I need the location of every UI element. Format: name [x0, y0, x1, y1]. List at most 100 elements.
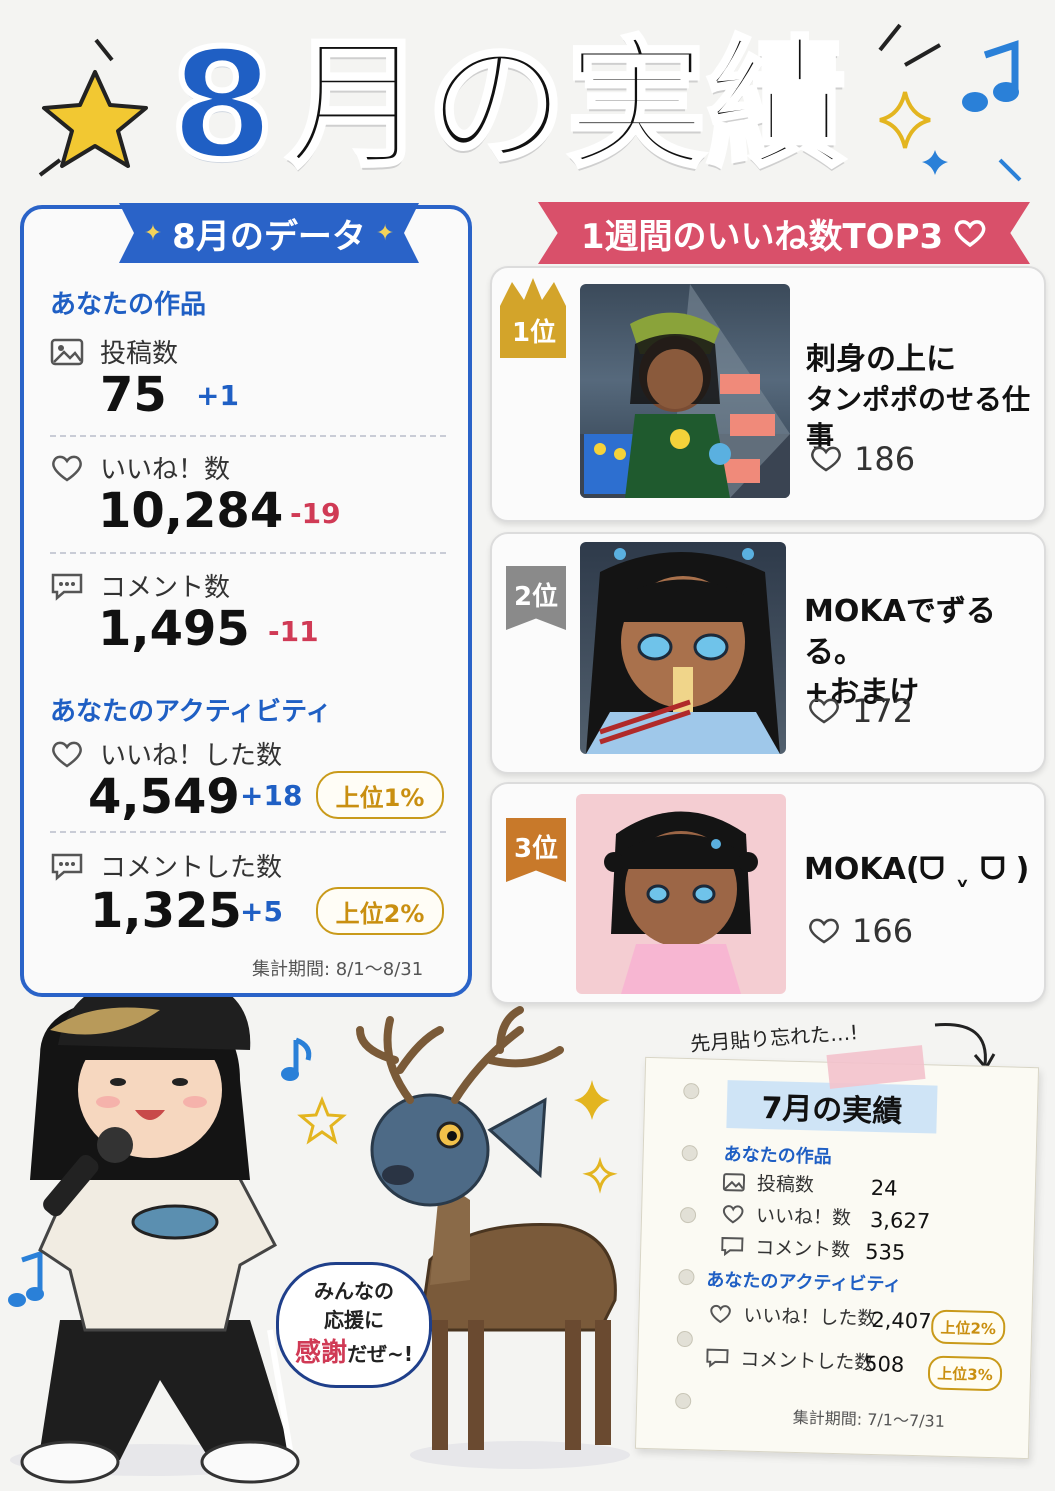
comment-icon — [50, 571, 84, 601]
bubble-line1: みんなの — [314, 1279, 394, 1304]
comments-value: 1,495 — [98, 601, 250, 657]
artwork-thumbnail[interactable] — [580, 542, 786, 754]
bubble-line2: 応援に — [324, 1308, 384, 1333]
image-icon — [50, 337, 84, 367]
girl-character-illustration — [10, 972, 300, 1484]
card-likes: 186 — [810, 440, 915, 478]
card-likes-count: 172 — [852, 692, 914, 730]
binder-hole — [683, 1082, 700, 1100]
divider — [50, 552, 446, 554]
likes-value: 10,284 — [98, 483, 284, 539]
july-works-head: あなたの作品 — [723, 1144, 832, 1168]
commented-label: コメントした数 — [50, 847, 282, 884]
likes-label-text: いいね！数 — [100, 455, 231, 485]
comments-delta: -11 — [268, 615, 319, 648]
posts-value: 75 — [100, 367, 167, 423]
likes-label: いいね！数 — [50, 449, 230, 486]
comment-icon — [706, 1347, 729, 1368]
july-commented-label: コメントした数 — [706, 1344, 874, 1375]
image-icon — [722, 1171, 746, 1192]
music-note-icon — [8, 1250, 44, 1307]
activity-section-head: あなたのアクティビティ — [50, 697, 332, 727]
heart-icon — [50, 739, 84, 769]
music-note-icon — [281, 1037, 312, 1081]
sparkle-icon: ✦ — [143, 220, 163, 246]
commented-label-text: コメントした数 — [100, 853, 283, 883]
card-title-line1: MOKA(ᗜ ˬ ᗜ ) — [804, 852, 1030, 887]
comments-label-text: コメント数 — [100, 573, 231, 603]
july-liked-rank: 上位2% — [930, 1309, 1006, 1346]
card-likes: 172 — [808, 692, 913, 730]
star-icon — [42, 70, 148, 168]
liked-label-text: いいね！した数 — [100, 741, 283, 771]
liked-delta: +18 — [240, 779, 303, 812]
bubble-tail: だぜ~! — [347, 1342, 413, 1367]
july-posts-value: 24 — [870, 1175, 898, 1201]
liked-label: いいね！した数 — [50, 735, 282, 772]
artwork-thumbnail[interactable] — [576, 794, 786, 994]
rank-label-1: 1位 — [511, 318, 557, 348]
july-liked-label-text: いいね！した数 — [743, 1304, 877, 1331]
liked-value: 4,549 — [88, 769, 240, 825]
heart-icon — [954, 220, 986, 248]
july-activity-head: あなたのアクティビティ — [706, 1269, 902, 1296]
card-likes-count: 186 — [854, 440, 916, 478]
july-likes-label-text: いいね！数 — [755, 1204, 852, 1230]
posts-label-text: 投稿数 — [100, 339, 179, 369]
comments-label: コメント数 — [50, 567, 230, 604]
heart-icon — [809, 698, 839, 724]
top3-card-1[interactable]: 刺身の上に タンポポのせる仕事 186 — [490, 266, 1046, 522]
binder-hole — [674, 1392, 692, 1410]
binder-hole — [678, 1268, 695, 1286]
comment-icon — [50, 851, 84, 881]
july-commented-value: 508 — [863, 1351, 905, 1377]
july-liked-value: 2,407 — [871, 1307, 932, 1334]
binder-hole — [676, 1330, 694, 1348]
divider — [50, 831, 446, 833]
card-likes: 166 — [808, 912, 913, 950]
data-panel-ribbon: ✦ 8月のデータ ✦ — [119, 203, 419, 263]
card-title: MOKA(ᗜ ˬ ᗜ ) — [804, 850, 1029, 891]
page-title: 8 月の実績 — [167, 18, 890, 193]
commented-value: 1,325 — [90, 883, 242, 939]
card-title-line1: MOKAでずるる。 — [804, 594, 996, 670]
divider — [50, 435, 446, 437]
july-likes-value: 3,627 — [869, 1207, 931, 1234]
fish-deer-illustration — [356, 1006, 630, 1469]
binder-hole — [679, 1206, 697, 1224]
top3-ribbon: 1週間のいいね数TOP3 — [538, 202, 1030, 264]
july-period: 集計期間: 7/1～7/31 — [792, 1407, 946, 1431]
commented-delta: +5 — [240, 895, 283, 928]
july-commented-label-text: コメントした数 — [740, 1348, 874, 1374]
heart-icon — [811, 446, 841, 472]
title-month-number: 8 — [167, 18, 277, 193]
period-label: 集計期間: 8/1～8/31 — [252, 959, 424, 980]
top3-card-2[interactable]: MOKAでずるる。 +おまけ 172 — [490, 532, 1046, 774]
july-commented-rank: 上位3% — [927, 1355, 1003, 1392]
top3-card-3[interactable]: MOKA(ᗜ ˬ ᗜ ) 166 — [490, 782, 1046, 1004]
works-section-head: あなたの作品 — [50, 290, 207, 320]
july-note-card: 7月の実績 あなたの作品 投稿数 24 いいね！数 3,627 コメント数 53… — [634, 1056, 1040, 1460]
posts-label: 投稿数 — [50, 333, 178, 370]
speech-bubble: みんなの 応援に 感謝だぜ~! — [276, 1262, 432, 1388]
commented-rank-badge: 上位2% — [316, 887, 444, 935]
heart-icon — [50, 453, 84, 483]
posts-delta: +1 — [196, 379, 239, 412]
heart-icon — [809, 918, 839, 944]
title-text: 月の実績 — [284, 23, 848, 187]
card-title: 刺身の上に タンポポのせる仕事 — [806, 340, 1044, 456]
binder-hole — [681, 1144, 698, 1162]
july-likes-label: いいね！数 — [722, 1200, 852, 1230]
likes-delta: -19 — [290, 497, 341, 530]
july-comments-label: コメント数 — [721, 1232, 851, 1262]
bubble-emphasis: 感謝 — [295, 1338, 348, 1369]
card-title-line1: 刺身の上に — [806, 342, 956, 377]
data-panel-ribbon-label: 8月のデータ — [172, 216, 366, 257]
sparkle-icon: ✦ — [375, 220, 395, 246]
heart-icon — [722, 1203, 745, 1224]
music-note-icon — [962, 40, 1019, 112]
top3-ribbon-label: 1週間のいいね数TOP3 — [580, 216, 944, 257]
july-comments-label-text: コメント数 — [754, 1236, 851, 1262]
artwork-thumbnail[interactable] — [580, 284, 790, 498]
sparkle-icon — [879, 91, 948, 175]
